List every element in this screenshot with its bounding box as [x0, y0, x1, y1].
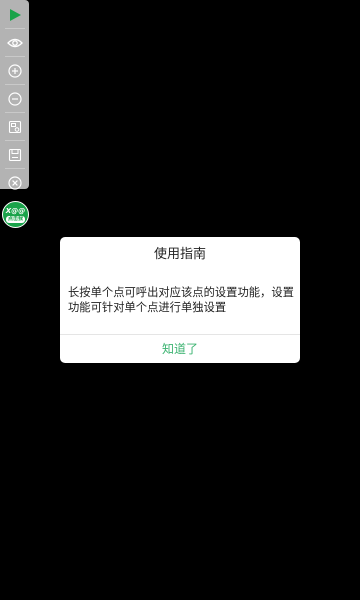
- play-icon: [8, 8, 22, 22]
- toolbar-divider: [4, 56, 25, 57]
- badge-logo-text: X@@: [5, 206, 26, 215]
- confirm-button[interactable]: 知道了: [60, 335, 300, 363]
- zoom-in-button[interactable]: [0, 59, 29, 82]
- toolbar-divider: [4, 84, 25, 85]
- zoom-out-button[interactable]: [0, 87, 29, 110]
- play-button[interactable]: [0, 3, 29, 26]
- toolbar-divider: [4, 168, 25, 169]
- toolbar-divider: [4, 112, 25, 113]
- toolbar-divider: [4, 28, 25, 29]
- badge-label: 点击我: [6, 215, 25, 223]
- guide-dialog: 使用指南 长按单个点可呼出对应该点的设置功能，设置功能可针对单个点进行单独设置 …: [60, 237, 300, 363]
- close-button[interactable]: [0, 171, 29, 194]
- image-settings-button[interactable]: [0, 115, 29, 138]
- dialog-title: 使用指南: [153, 247, 206, 262]
- save-button[interactable]: [0, 143, 29, 166]
- dialog-message: 长按单个点可呼出对应该点的设置功能，设置功能可针对单个点进行单独设置: [68, 286, 294, 314]
- toolbar-divider: [4, 140, 25, 141]
- floating-toolbar: [0, 0, 29, 190]
- eye-icon: [6, 37, 23, 49]
- floating-badge[interactable]: X@@ 点击我: [2, 201, 29, 228]
- app-screen: X@@ 点击我 使用指南 长按单个点可呼出对应该点的设置功能，设置功能可针对单个…: [0, 0, 360, 600]
- save-icon: [8, 148, 22, 162]
- image-settings-icon: [8, 120, 22, 134]
- eye-button[interactable]: [0, 31, 29, 54]
- zoom-out-icon: [7, 91, 22, 106]
- zoom-in-icon: [7, 63, 22, 78]
- close-icon: [7, 175, 22, 190]
